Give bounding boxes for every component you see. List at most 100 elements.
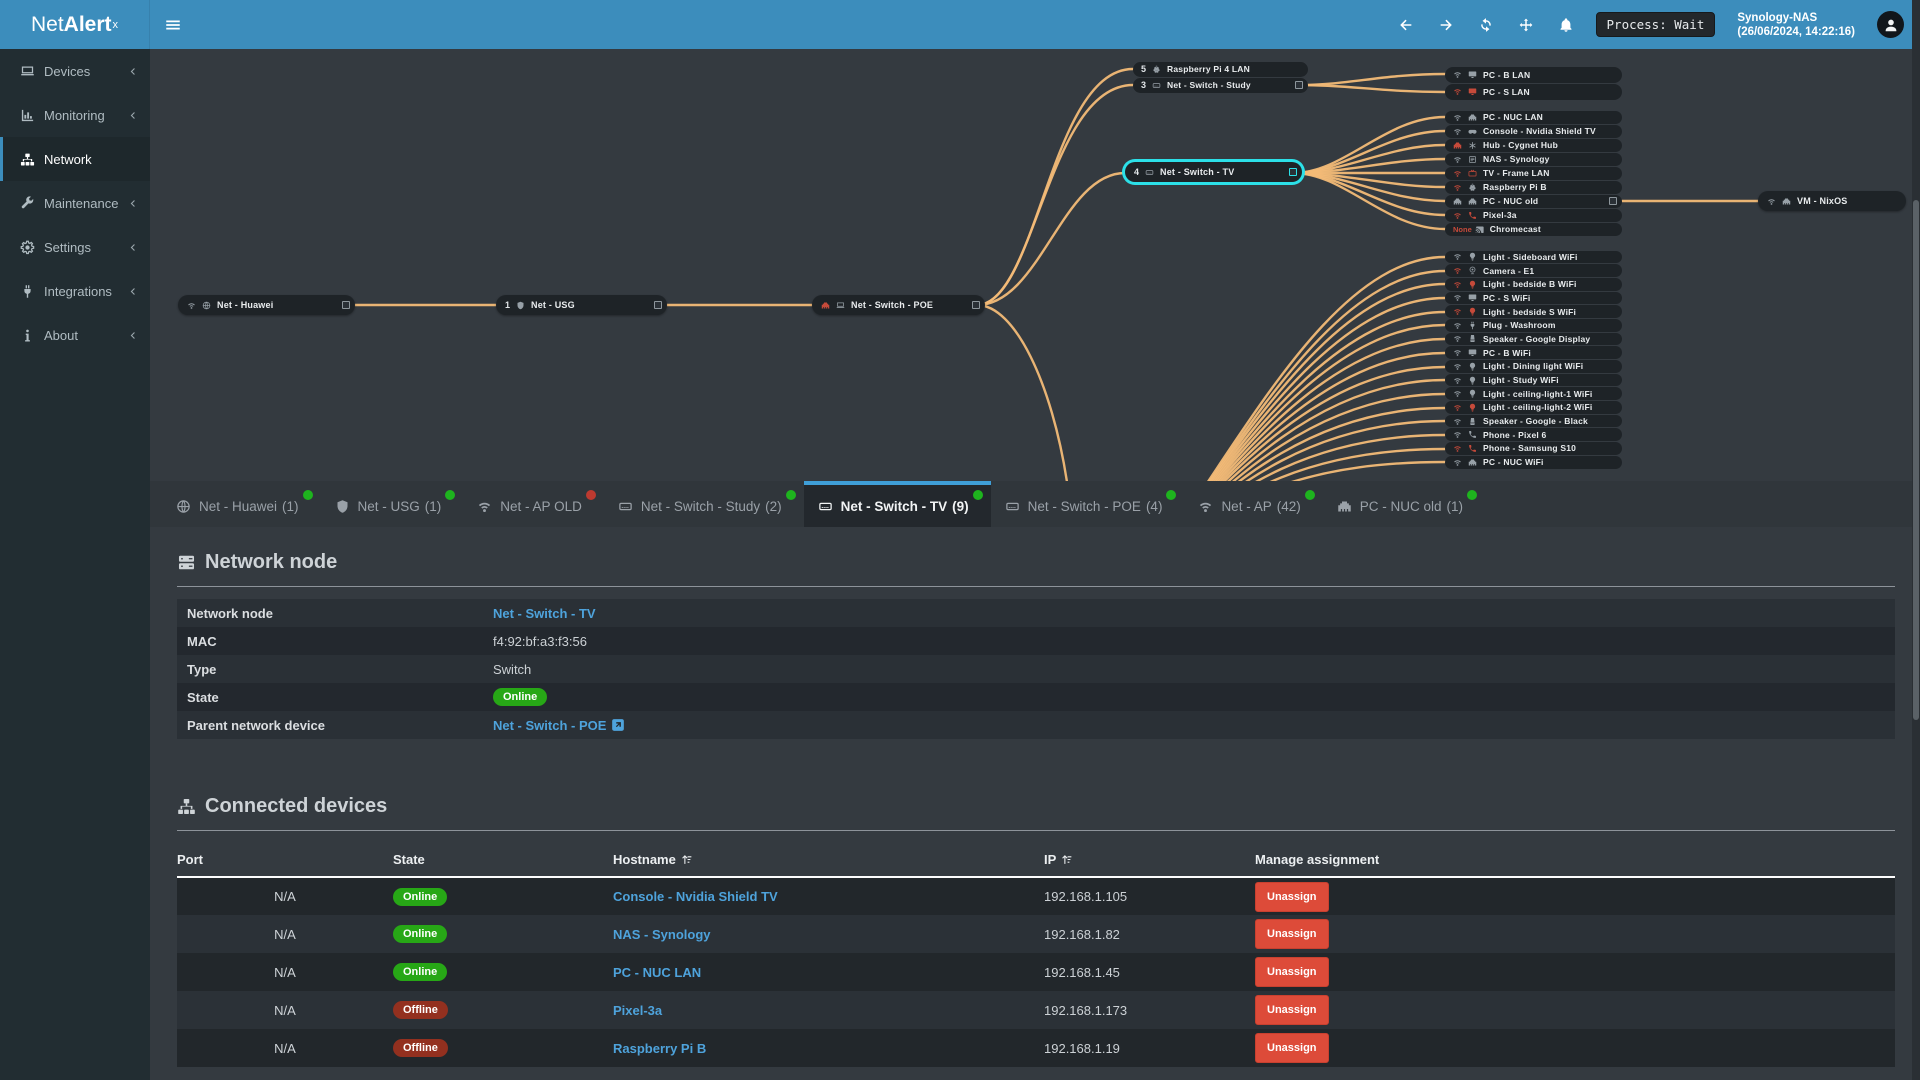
tree-row-pc-s-lan[interactable]: PC - S LAN <box>1445 83 1622 100</box>
tree-row-light-dining-light-wifi[interactable]: Light - Dining light WiFi <box>1445 360 1622 373</box>
arrow-right-icon[interactable] <box>1438 17 1454 33</box>
detail-row-state: State Online <box>177 683 1895 711</box>
globe-icon <box>202 301 211 310</box>
page-scrollbar-thumb[interactable] <box>1913 200 1919 720</box>
hostname-link[interactable]: Raspberry Pi B <box>613 1041 706 1056</box>
unassign-button[interactable]: Unassign <box>1255 995 1329 1025</box>
bulb-icon <box>1468 252 1477 261</box>
collapse-toggle[interactable] <box>654 301 662 309</box>
sidebar-item-label: Devices <box>44 63 91 79</box>
network-topology-canvas[interactable]: Net - Huawei 1 Net - USG Net - Switch - POE… <box>150 49 1920 481</box>
tree-row-pc-b-wifi[interactable]: PC - B WiFi <box>1445 346 1622 359</box>
collapse-toggle[interactable] <box>972 301 980 309</box>
tab-net-switch-tv[interactable]: Net - Switch - TV (9) <box>803 481 991 527</box>
tab-net-usg[interactable]: Net - USG (1) <box>321 481 464 527</box>
node-net-switch-poe[interactable]: Net - Switch - POE <box>812 295 985 315</box>
column-header-manage-assignment: Manage assignment <box>1255 843 1895 878</box>
hostname-link[interactable]: Console - Nvidia Shield TV <box>613 889 778 904</box>
collapse-toggle[interactable] <box>1289 168 1297 176</box>
tree-row-pc-nuc-lan[interactable]: PC - NUC LAN <box>1445 110 1622 124</box>
unassign-button[interactable]: Unassign <box>1255 881 1329 912</box>
sidebar-item-monitoring[interactable]: Monitoring <box>0 93 150 137</box>
tree-row-pc-s-wifi[interactable]: PC - S WiFi <box>1445 291 1622 305</box>
tree-row-plug-washroom[interactable]: Plug - Washroom <box>1445 318 1622 332</box>
sidebar-item-network[interactable]: Network <box>0 137 150 181</box>
tab-net-switch-poe[interactable]: Net - Switch - POE (4) <box>991 481 1185 527</box>
hostname-link[interactable]: NAS - Synology <box>613 927 711 942</box>
tree-row-console-nvidia-shield-tv[interactable]: Console - Nvidia Shield TV <box>1445 124 1622 138</box>
external-link-icon[interactable] <box>611 718 625 732</box>
hostname-link[interactable]: Pixel-3a <box>613 1003 662 1018</box>
tree-row-raspberry-pi-4-lan[interactable]: 5 Raspberry Pi 4 LAN <box>1133 61 1308 77</box>
tree-row-pc-b-lan[interactable]: PC - B LAN <box>1445 66 1622 83</box>
node-vm-nixos[interactable]: VM - NixOS <box>1758 191 1906 211</box>
tree-row-phone-pixel-6[interactable]: Phone - Pixel 6 <box>1445 428 1622 442</box>
tree-row-net-switch-study[interactable]: 3 Net - Switch - Study <box>1133 77 1308 93</box>
device-port: N/A <box>177 953 393 991</box>
tree-row-pixel-3a[interactable]: Pixel-3a <box>1445 208 1622 222</box>
column-header-ip[interactable]: IP <box>1044 843 1255 878</box>
tree-row-pc-nuc-old[interactable]: PC - NUC old <box>1445 194 1622 208</box>
tab-pc-nuc-old[interactable]: PC - NUC old (1) <box>1323 481 1485 527</box>
unassign-button[interactable]: Unassign <box>1255 1033 1329 1063</box>
device-ip: 192.168.1.45 <box>1044 953 1255 991</box>
tree-row-raspberry-pi-b[interactable]: Raspberry Pi B <box>1445 180 1622 194</box>
laptop-icon <box>836 301 845 310</box>
monitor-icon <box>1468 87 1477 96</box>
tree-row-light-sideboard-wifi[interactable]: Light - Sideboard WiFi <box>1445 250 1622 264</box>
tree-row-speaker-google-black[interactable]: Speaker - Google - Black <box>1445 414 1622 428</box>
collapse-toggle[interactable] <box>342 301 350 309</box>
tree-row-light-bedside-b-wifi[interactable]: Light - bedside B WiFi <box>1445 277 1622 291</box>
detail-link-net-switch-tv[interactable]: Net - Switch - TV <box>493 606 596 621</box>
sort-icon[interactable] <box>1060 853 1073 866</box>
tree-row-chromecast[interactable]: None Chromecast <box>1445 222 1622 236</box>
node-label: PC - S WiFi <box>1483 292 1531 303</box>
tree-row-speaker-google-display[interactable]: Speaker - Google Display <box>1445 332 1622 346</box>
collapse-toggle[interactable] <box>1609 197 1617 205</box>
tree-row-nas-synology[interactable]: NAS - Synology <box>1445 152 1622 166</box>
wifi-icon <box>1453 362 1462 371</box>
hostname-link[interactable]: PC - NUC LAN <box>613 965 701 980</box>
unassign-button[interactable]: Unassign <box>1255 919 1329 949</box>
sync-icon[interactable] <box>1478 17 1494 33</box>
edge-net-switch-poe-to-offscreen-below <box>975 303 1069 481</box>
sidebar-item-integrations[interactable]: Integrations <box>0 269 150 313</box>
sidebar-item-devices[interactable]: Devices <box>0 49 150 93</box>
node-net-huawei[interactable]: Net - Huawei <box>178 295 355 315</box>
menu-icon[interactable] <box>150 0 196 49</box>
edge-net-switch-tv-to-chromecast <box>1291 171 1447 231</box>
raspberry-icon <box>1468 183 1477 192</box>
sidebar-item-settings[interactable]: Settings <box>0 225 150 269</box>
sidebar-item-about[interactable]: About <box>0 313 150 357</box>
tab-net-ap-old[interactable]: Net - AP OLD <box>463 481 604 527</box>
app-logo[interactable]: Net Alert x <box>0 0 150 49</box>
column-header-hostname[interactable]: Hostname <box>613 843 1044 878</box>
node-net-usg[interactable]: 1 Net - USG <box>496 295 667 315</box>
tab-net-ap[interactable]: Net - AP (42) <box>1184 481 1322 527</box>
switch-icon <box>1145 168 1154 177</box>
arrow-left-icon[interactable] <box>1398 17 1414 33</box>
detail-link-net-switch-poe[interactable]: Net - Switch - POE <box>493 718 606 733</box>
user-avatar[interactable] <box>1877 11 1904 38</box>
tree-row-light-ceiling-light-2-wifi[interactable]: Light - ceiling-light-2 WiFi <box>1445 401 1622 414</box>
tree-row-pc-nuc-wifi[interactable]: PC - NUC WiFi <box>1445 455 1622 469</box>
node-net-switch-tv[interactable]: 4 Net - Switch - TV <box>1125 162 1302 182</box>
collapse-toggle[interactable] <box>1295 81 1303 89</box>
tree-row-camera-e1[interactable]: Camera - E1 <box>1445 264 1622 277</box>
tree-row-tv-frame-lan[interactable]: TV - Frame LAN <box>1445 166 1622 180</box>
wifi-icon <box>1453 211 1462 220</box>
wifi-icon <box>1453 293 1462 302</box>
sort-icon[interactable] <box>680 853 693 866</box>
unassign-button[interactable]: Unassign <box>1255 957 1329 987</box>
tab-net-huawei[interactable]: Net - Huawei (1) <box>162 481 321 527</box>
tree-row-light-study-wifi[interactable]: Light - Study WiFi <box>1445 373 1622 387</box>
move-icon[interactable] <box>1518 17 1534 33</box>
tree-row-light-ceiling-light-1-wifi[interactable]: Light - ceiling-light-1 WiFi <box>1445 387 1622 401</box>
tree-row-phone-samsung-s10[interactable]: Phone - Samsung S10 <box>1445 442 1622 455</box>
tab-net-switch-study[interactable]: Net - Switch - Study (2) <box>604 481 804 527</box>
bell-icon[interactable] <box>1558 17 1574 33</box>
tree-row-hub-cygnet-hub[interactable]: Hub - Cygnet Hub <box>1445 138 1622 152</box>
node-label: Light - ceiling-light-1 WiFi <box>1483 388 1593 399</box>
sidebar-item-maintenance[interactable]: Maintenance <box>0 181 150 225</box>
tree-row-light-bedside-s-wifi[interactable]: Light - bedside S WiFi <box>1445 305 1622 318</box>
